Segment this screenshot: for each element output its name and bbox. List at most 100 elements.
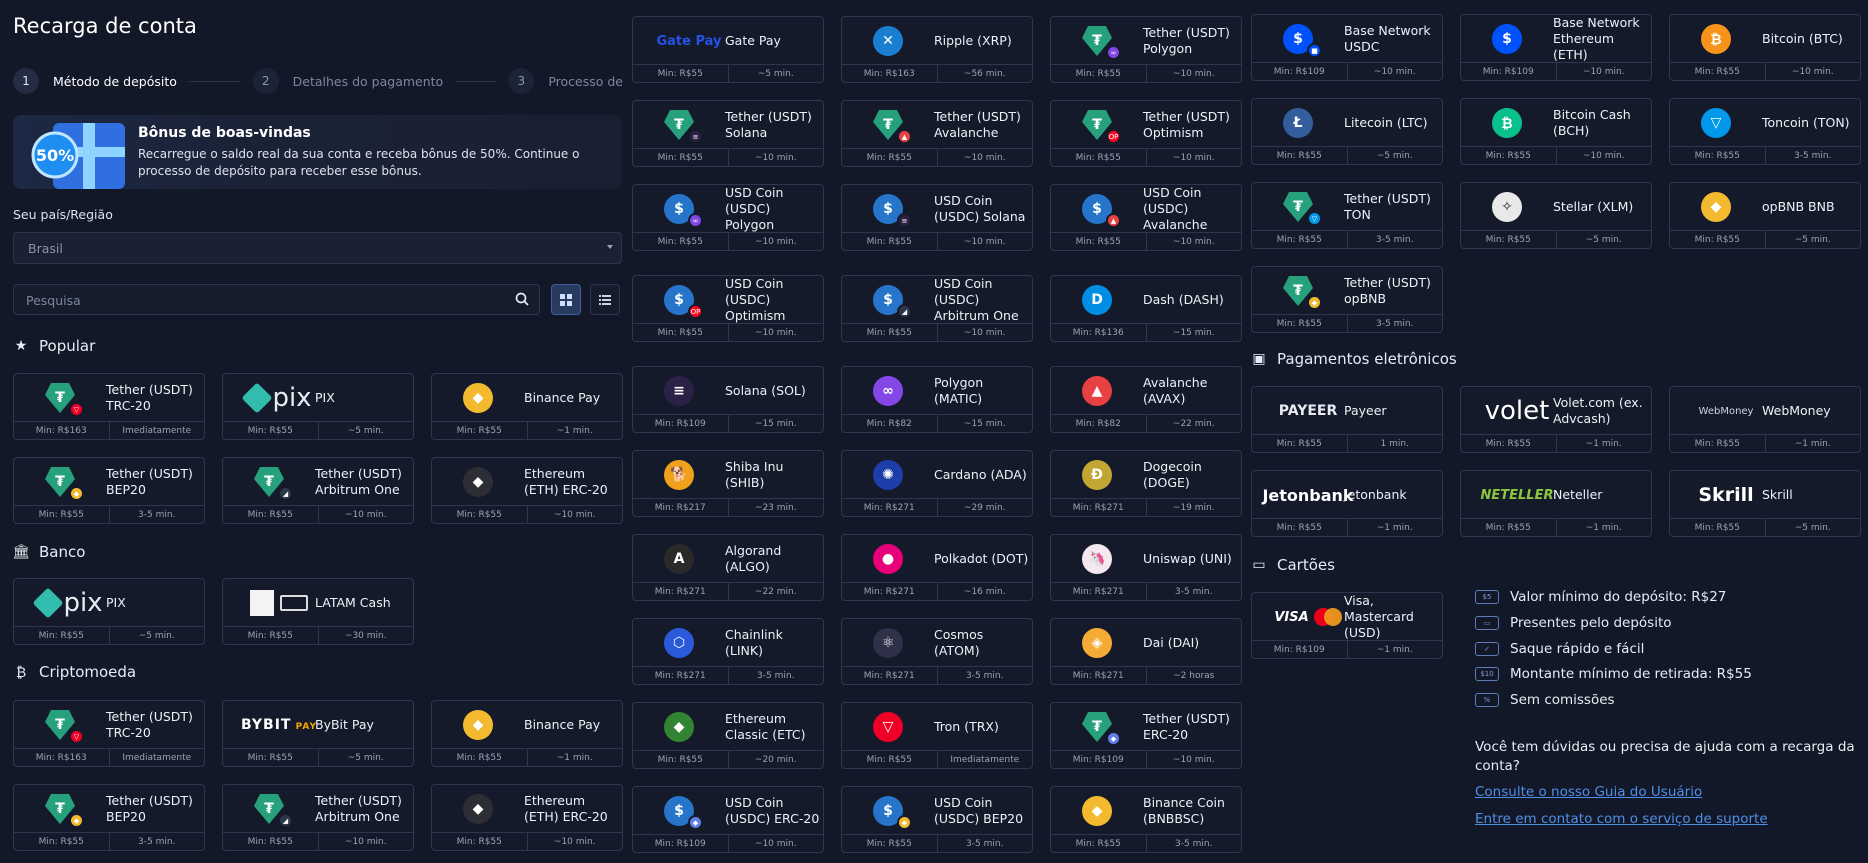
payment-method-card[interactable]: BYBIT PAY ByBit Pay Min: R$55 ~5 min.	[222, 700, 414, 767]
payment-method-card[interactable]: ₮ ∞ Tether (USDT) Polygon Min: R$55 ~10 m…	[1050, 16, 1242, 83]
usdc-bep20-icon: $ ◆	[869, 795, 912, 830]
payment-method-card[interactable]: ₮ ▽ Tether (USDT) TON Min: R$55 3-5 min.	[1251, 182, 1443, 249]
payment-method-card[interactable]: ✧ Stellar (XLM) Min: R$55 ~5 min.	[1460, 182, 1652, 249]
search-icon[interactable]	[515, 292, 529, 306]
payment-method-card[interactable]: NETELLER Neteller Min: R$55 ~1 min.	[1460, 470, 1652, 537]
min-amount: Min: R$55	[38, 630, 84, 641]
section-title: Cartões	[1277, 556, 1335, 574]
processing-time: ~20 min.	[727, 751, 824, 768]
payment-method-card[interactable]: $ OP USD Coin (USDC) Optimism Min: R$55 ~…	[632, 275, 824, 342]
star-icon: ★	[14, 338, 28, 354]
payment-method-card[interactable]: 🐕 Shiba Inu (SHIB) Min: R$217 ~23 min.	[632, 450, 824, 517]
payment-method-card[interactable]: ₮ ▽ Tether (USDT) TRC-20 Min: R$163 Imedi…	[13, 700, 205, 767]
payment-method-card[interactable]: ● Polkadot (DOT) Min: R$271 ~16 min.	[841, 534, 1033, 601]
min-amount: Min: R$55	[247, 630, 293, 641]
user-guide-link[interactable]: Consulte o nosso Guia do Usuário	[1475, 784, 1702, 800]
payment-method-card[interactable]: $ ≡ USD Coin (USDC) Solana Min: R$55 ~10 …	[841, 184, 1033, 251]
payment-method-card[interactable]: 🦄 Uniswap (UNI) Min: R$271 3-5 min.	[1050, 534, 1242, 601]
payment-method-card[interactable]: Jetonbank Jetonbank Min: R$55 ~1 min.	[1251, 470, 1443, 537]
card-body: ₮ ▽ Tether (USDT) TON	[1252, 183, 1442, 231]
payment-method-card[interactable]: ◆ Binance Pay Min: R$55 ~1 min.	[431, 700, 623, 767]
processing-time: 3-5 min.	[1346, 315, 1443, 332]
payment-method-card[interactable]: $ ◆ USD Coin (USDC) BEP20 Min: R$55 3-5 m…	[841, 786, 1033, 853]
tether-solana-icon: ₮ ≡	[660, 109, 703, 144]
payment-method-card[interactable]: ₮ ≡ Tether (USDT) Solana Min: R$55 ~10 mi…	[632, 100, 824, 167]
card-body: Jetonbank Jetonbank	[1252, 471, 1442, 519]
payment-method-card[interactable]: ≡ Solana (SOL) Min: R$109 ~15 min.	[632, 366, 824, 433]
payment-method-card[interactable]: ₮ ▲ Tether (USDT) Avalanche Min: R$55 ~10…	[841, 100, 1033, 167]
payment-method-card[interactable]: ▽ Tron (TRX) Min: R$55 Imediatamente	[841, 702, 1033, 769]
payment-method-card[interactable]: Ð Dogecoin (DOGE) Min: R$271 ~19 min.	[1050, 450, 1242, 517]
step-payment-details[interactable]: 2 Detalhes do pagamento	[252, 68, 443, 94]
payment-method-card[interactable]: ◆ Ethereum Classic (ETC) Min: R$55 ~20 m…	[632, 702, 824, 769]
min-amount: Min: R$55	[456, 836, 502, 847]
card-footer: Min: R$55 ~30 min.	[223, 626, 413, 644]
payment-method-card[interactable]: D Dash (DASH) Min: R$136 ~15 min.	[1050, 275, 1242, 342]
algorand-icon: A	[660, 543, 698, 575]
payment-method-card[interactable]: $ ◢ USD Coin (USDC) Arbitrum One Min: R$5…	[841, 275, 1033, 342]
payment-method-card[interactable]: ₮ ◆ Tether (USDT) ERC-20 Min: R$109 ~10 m…	[1050, 702, 1242, 769]
payment-method-card[interactable]: ₮ OP Tether (USDT) Optimism Min: R$55 ~10…	[1050, 100, 1242, 167]
payment-method-card[interactable]: $ ∞ USD Coin (USDC) Polygon Min: R$55 ~10…	[632, 184, 824, 251]
payment-method-card[interactable]: ▲ Avalanche (AVAX) Min: R$82 ~22 min.	[1050, 366, 1242, 433]
payment-method-card[interactable]: ₮ ◆ Tether (USDT) BEP20 Min: R$55 3-5 min…	[13, 784, 205, 851]
processing-time: ~1 min.	[526, 422, 623, 439]
payment-method-card[interactable]: ◆ opBNB BNB Min: R$55 ~5 min.	[1669, 182, 1861, 249]
payment-method-card[interactable]: VISA Visa, Mastercard (USD) Min: R$109 ~…	[1251, 592, 1443, 659]
card-body: Ð Dogecoin (DOGE)	[1051, 451, 1241, 499]
step-deposit-method[interactable]: 1 Método de depósito	[13, 68, 177, 94]
payment-method-card[interactable]: ◆ Binance Coin (BNBBSC) Min: R$55 3-5 mi…	[1050, 786, 1242, 853]
search-input[interactable]: Pesquisa	[13, 284, 540, 315]
country-select[interactable]: Brasil	[13, 232, 622, 264]
payment-method-card[interactable]: ₿ Bitcoin Cash (BCH) Min: R$55 ~10 min.	[1460, 98, 1652, 165]
grid-view-button[interactable]	[551, 284, 581, 315]
method-name: Ethereum (ETH) ERC-20	[524, 466, 608, 497]
processing-time: 1 min.	[1346, 435, 1443, 452]
litecoin-icon: Ł	[1279, 107, 1317, 139]
payment-method-card[interactable]: PAYEER Payeer Min: R$55 1 min.	[1251, 386, 1443, 453]
step-process[interactable]: 3 Processo de	[508, 68, 623, 94]
payment-method-card[interactable]: ₮ ◢ Tether (USDT) Arbitrum One Min: R$55 …	[222, 457, 414, 524]
bonus-text: Recarregue o saldo real da sua conta e r…	[138, 147, 580, 178]
payment-method-card[interactable]: ◆ Ethereum (ETH) ERC-20 Min: R$55 ~10 mi…	[431, 784, 623, 851]
method-name: Tether (USDT) Arbitrum One	[315, 793, 402, 824]
payment-method-card[interactable]: volet Volet.com (ex. Advcash) Min: R$55 …	[1460, 386, 1652, 453]
card-body: ◆ opBNB BNB	[1670, 183, 1860, 231]
payment-method-card[interactable]: ⬡ Chainlink (LINK) Min: R$271 3-5 min.	[632, 618, 824, 685]
method-name: Dogecoin (DOGE)	[1143, 459, 1202, 490]
payment-method-card[interactable]: $ ▲ USD Coin (USDC) Avalanche Min: R$55 ~…	[1050, 184, 1242, 251]
payment-method-card[interactable]: LATAM Cash Min: R$55 ~30 min.	[222, 578, 414, 645]
payment-method-card[interactable]: ✕ Ripple (XRP) Min: R$163 ~56 min.	[841, 16, 1033, 83]
payment-method-card[interactable]: ∞ Polygon (MATIC) Min: R$82 ~15 min.	[841, 366, 1033, 433]
card-body: ✕ Ripple (XRP)	[842, 17, 1032, 65]
payment-method-card[interactable]: $ Base Network Ethereum (ETH) Min: R$109…	[1460, 14, 1652, 81]
payment-method-card[interactable]: ◆ Ethereum (ETH) ERC-20 Min: R$55 ~10 mi…	[431, 457, 623, 524]
payment-method-card[interactable]: A Algorand (ALGO) Min: R$271 ~22 min.	[632, 534, 824, 601]
payment-method-card[interactable]: pix PIX Min: R$55 ~5 min.	[13, 578, 205, 645]
card-footer: Min: R$55 ~5 min.	[1461, 230, 1651, 248]
payment-method-card[interactable]: ₮ ◆ Tether (USDT) BEP20 Min: R$55 3-5 min…	[13, 457, 205, 524]
payment-method-card[interactable]: ₿ Bitcoin (BTC) Min: R$55 ~10 min.	[1669, 14, 1861, 81]
payment-method-card[interactable]: $ ◆ USD Coin (USDC) ERC-20 Min: R$109 ~10…	[632, 786, 824, 853]
card-body: 🦄 Uniswap (UNI)	[1051, 535, 1241, 583]
payment-method-card[interactable]: $ ■ Base Network USDC Min: R$109 ~10 min.	[1251, 14, 1443, 81]
payment-method-card[interactable]: Gate Pay Gate Pay Min: R$55 ~5 min.	[632, 16, 824, 83]
payment-method-card[interactable]: ◆ Binance Pay Min: R$55 ~1 min.	[431, 373, 623, 440]
payment-method-card[interactable]: ◈ Dai (DAI) Min: R$271 ~2 horas	[1050, 618, 1242, 685]
dogecoin-icon: Ð	[1078, 459, 1116, 491]
payment-method-card[interactable]: WebMoney WebMoney Min: R$55 ~1 min.	[1669, 386, 1861, 453]
payment-method-card[interactable]: ₮ ◢ Tether (USDT) Arbitrum One Min: R$55 …	[222, 784, 414, 851]
list-view-button[interactable]	[590, 284, 620, 315]
payment-method-card[interactable]: ₮ ▽ Tether (USDT) TRC-20 Min: R$163 Imedi…	[13, 373, 205, 440]
payment-method-card[interactable]: ₮ ◆ Tether (USDT) opBNB Min: R$55 3-5 min…	[1251, 266, 1443, 333]
payment-method-card[interactable]: pix PIX Min: R$55 ~5 min.	[222, 373, 414, 440]
payment-method-card[interactable]: Skrill Skrill Min: R$55 ~5 min.	[1669, 470, 1861, 537]
payment-method-card[interactable]: ⚛ Cosmos (ATOM) Min: R$271 3-5 min.	[841, 618, 1033, 685]
method-name: Ethereum Classic (ETC)	[725, 711, 806, 742]
payment-method-card[interactable]: ✺ Cardano (ADA) Min: R$271 ~29 min.	[841, 450, 1033, 517]
ethereum-icon: ◆	[459, 793, 497, 825]
payment-method-card[interactable]: Ł Litecoin (LTC) Min: R$55 ~5 min.	[1251, 98, 1443, 165]
support-link[interactable]: Entre em contato com o serviço de suport…	[1475, 811, 1768, 827]
section-popular: ★ Popular	[13, 337, 96, 355]
payment-method-card[interactable]: ▽ Toncoin (TON) Min: R$55 3-5 min.	[1669, 98, 1861, 165]
